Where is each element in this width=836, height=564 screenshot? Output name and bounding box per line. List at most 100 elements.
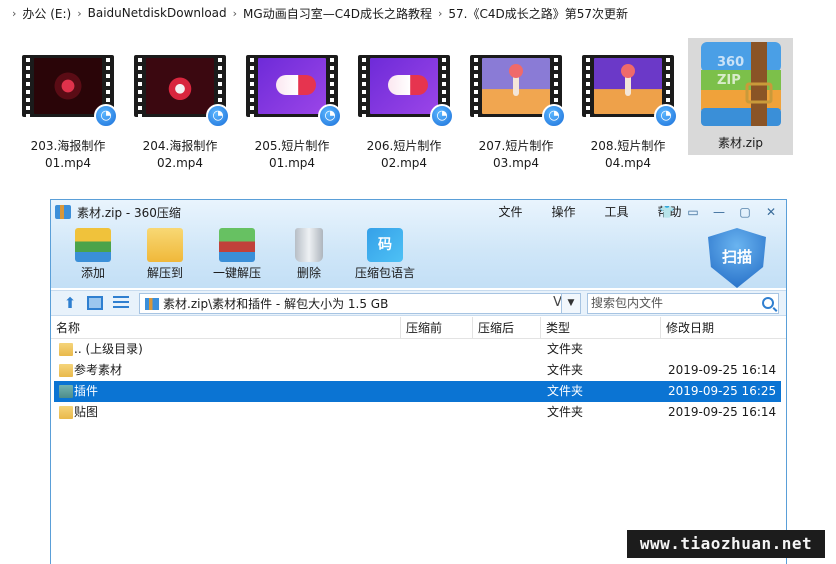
feedback-icon[interactable]: ▭	[682, 203, 704, 221]
video-thumbnail: ◔	[352, 36, 456, 136]
video-thumbnail: ◔	[576, 36, 680, 136]
file-item-208[interactable]: ◔ 208.短片制作 04.mp4	[576, 36, 680, 172]
extract-to-button[interactable]: 解压到	[129, 228, 201, 286]
close-icon[interactable]: ✕	[760, 203, 782, 221]
media-player-icon: ◔	[94, 104, 118, 128]
folder-icon	[59, 364, 73, 377]
row-type: 文件夹	[547, 363, 584, 377]
row-name: 参考素材	[74, 363, 123, 377]
file-item-206[interactable]: ◔ 206.短片制作 02.mp4	[352, 36, 456, 172]
media-player-icon: ◔	[542, 104, 566, 128]
address-bar: ⬆ 素材.zip\素材和插件 - 解包大小为 1.5 GB V ▼ 搜索包内文件	[51, 290, 786, 316]
row-date: 2019-09-25 16:14	[668, 363, 777, 377]
folder-icon	[59, 385, 73, 398]
scan-shield-button[interactable]: 扫描	[708, 228, 766, 288]
extract-folder-icon	[147, 228, 183, 262]
breadcrumb-item-update[interactable]: 57.《C4D成长之路》第57次更新	[448, 5, 628, 22]
file-item-zip-selected[interactable]: 360 ZIP 素材.zip	[688, 38, 793, 155]
one-click-extract-button[interactable]: 一键解压	[201, 228, 273, 286]
add-button[interactable]: 添加	[57, 228, 129, 286]
file-name-ext: 01.mp4	[268, 156, 316, 170]
menu-tools[interactable]: 工具	[590, 203, 643, 221]
archive-language-label: 压缩包语言	[354, 266, 415, 280]
watermark: www.tiaozhuan.net	[627, 530, 825, 558]
media-player-icon: ◔	[206, 104, 230, 128]
column-type[interactable]: 类型	[541, 317, 661, 339]
row-date: 2019-09-25 16:14	[668, 405, 777, 419]
archive-app-icon	[55, 205, 71, 219]
menu-file[interactable]: 文件	[484, 203, 537, 221]
file-item-204[interactable]: ◔ 204.海报制作 02.mp4	[128, 36, 232, 172]
search-icon[interactable]	[762, 297, 774, 309]
path-field[interactable]: 素材.zip\素材和插件 - 解包大小为 1.5 GB V	[139, 293, 581, 314]
list-item-parent[interactable]: .. (上级目录) 文件夹	[51, 339, 786, 360]
add-archive-icon	[75, 228, 111, 262]
video-thumbnail: ◔	[128, 36, 232, 136]
list-item[interactable]: 贴图 文件夹 2019-09-25 16:14	[51, 402, 786, 423]
delete-button[interactable]: 删除	[273, 228, 345, 286]
breadcrumb-item-download[interactable]: BaiduNetdiskDownload	[88, 6, 227, 20]
breadcrumb: › 办公 (E:) › BaiduNetdiskDownload › MG动画自…	[0, 0, 836, 26]
row-name: .. (上级目录)	[74, 342, 143, 356]
svg-text:ZIP: ZIP	[717, 73, 741, 88]
zip-window: 素材.zip - 360压缩 文件 操作 工具 帮助 👕 ▭ — ▢ ✕ 添加 …	[50, 199, 787, 564]
media-player-icon: ◔	[430, 104, 454, 128]
file-name: 207.短片制作	[478, 139, 554, 153]
breadcrumb-item-drive[interactable]: 办公 (E:)	[22, 5, 71, 22]
video-thumbnail: ◔	[464, 36, 568, 136]
row-name: 插件	[74, 384, 99, 398]
file-name: 208.短片制作	[590, 139, 666, 153]
one-click-extract-icon	[219, 228, 255, 262]
folder-icon	[59, 406, 73, 419]
row-type: 文件夹	[547, 342, 584, 356]
file-item-203[interactable]: ◔ 203.海报制作 01.mp4	[16, 36, 120, 172]
chevron-down-icon[interactable]: ▼	[561, 293, 581, 314]
chevron-right-icon[interactable]: ›	[233, 7, 237, 20]
trash-bin-icon	[295, 228, 323, 262]
list-item[interactable]: 参考素材 文件夹 2019-09-25 16:14	[51, 360, 786, 381]
search-placeholder: 搜索包内文件	[591, 296, 664, 310]
list-view-icon[interactable]	[113, 296, 129, 310]
delete-label: 删除	[296, 266, 321, 280]
column-modified[interactable]: 修改日期	[661, 317, 786, 339]
row-type: 文件夹	[547, 384, 584, 398]
toolbar: 添加 解压到 一键解压 删除 码 压缩包语言	[57, 228, 425, 286]
row-name: 贴图	[74, 405, 99, 419]
add-label: 添加	[80, 266, 105, 280]
maximize-icon[interactable]: ▢	[734, 203, 756, 221]
breadcrumb-item-course[interactable]: MG动画自习室—C4D成长之路教程	[243, 5, 432, 22]
menu-operate[interactable]: 操作	[537, 203, 590, 221]
encoding-icon: 码	[367, 228, 403, 262]
file-list: .. (上级目录) 文件夹 参考素材 文件夹 2019-09-25 16:14 …	[51, 339, 786, 423]
minimize-icon[interactable]: —	[708, 203, 730, 221]
svg-text:360: 360	[717, 55, 744, 70]
file-grid: ◔ 203.海报制作 01.mp4 ◔ 204.海报制作 02.mp4 ◔ 20…	[0, 36, 836, 186]
file-name: 203.海报制作	[30, 139, 106, 153]
thumbnail-view-icon[interactable]	[87, 296, 103, 310]
row-type: 文件夹	[547, 405, 584, 419]
search-input[interactable]: 搜索包内文件	[587, 293, 779, 314]
zip-archive-icon: 360 ZIP	[701, 42, 781, 126]
chevron-right-icon[interactable]: ›	[77, 7, 81, 20]
arrow-up-icon[interactable]: ⬆	[61, 295, 79, 311]
chevron-right-icon[interactable]: ›	[12, 7, 16, 20]
file-name: 素材.zip	[717, 136, 764, 150]
extract-to-label: 解压到	[146, 266, 183, 280]
list-item-selected[interactable]: 插件 文件夹 2019-09-25 16:25	[54, 381, 781, 402]
video-thumbnail: ◔	[16, 36, 120, 136]
file-name-ext: 02.mp4	[380, 156, 428, 170]
skin-shirt-icon[interactable]: 👕	[656, 203, 678, 221]
window-header: 素材.zip - 360压缩 文件 操作 工具 帮助 👕 ▭ — ▢ ✕ 添加 …	[51, 200, 786, 288]
list-header: 名称 压缩前 压缩后 类型 修改日期	[51, 317, 786, 339]
column-size-before[interactable]: 压缩前	[401, 317, 473, 339]
file-item-205[interactable]: ◔ 205.短片制作 01.mp4	[240, 36, 344, 172]
media-player-icon: ◔	[318, 104, 342, 128]
archive-language-button[interactable]: 码 压缩包语言	[345, 228, 425, 286]
file-name: 206.短片制作	[366, 139, 442, 153]
column-size-after[interactable]: 压缩后	[473, 317, 541, 339]
column-name[interactable]: 名称	[51, 317, 401, 339]
file-name-ext: 01.mp4	[44, 156, 92, 170]
file-item-207[interactable]: ◔ 207.短片制作 03.mp4	[464, 36, 568, 172]
folder-icon	[59, 343, 73, 356]
chevron-right-icon[interactable]: ›	[438, 7, 442, 20]
